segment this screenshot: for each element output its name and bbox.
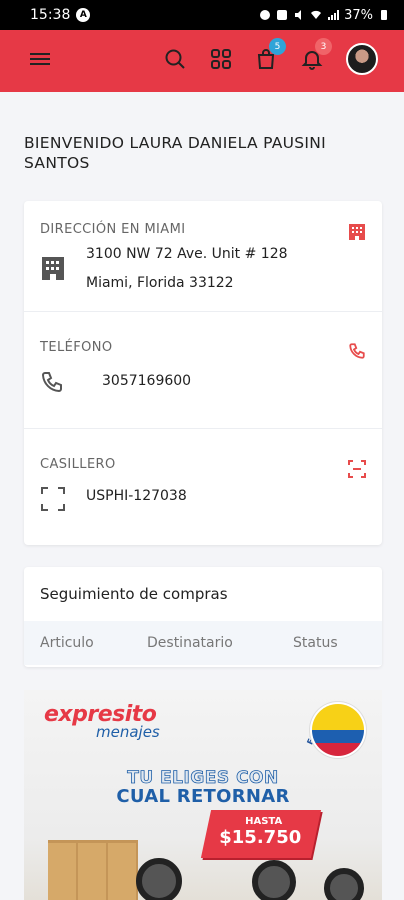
price-tag: HASTA $15.750 xyxy=(200,810,322,858)
locker-number: USPHI-127038 xyxy=(86,488,187,504)
app-header: 5 3 xyxy=(0,30,404,92)
column-header-status: Status xyxy=(293,635,338,651)
address-label: DIRECCIÓN EN MIAMI xyxy=(40,222,186,237)
motorcycle-wheel-image xyxy=(324,868,364,900)
phone-label: TELÉFONO xyxy=(40,340,113,355)
locker-label: CASILLERO xyxy=(40,457,116,472)
promo-banner[interactable]: expresito menajes ECUADOR TU ELIGES CON … xyxy=(24,690,382,900)
brand-subtitle: menajes xyxy=(96,723,160,741)
slogan-line-1: TU ELIGES CON xyxy=(127,768,279,789)
tracking-table-header: Articulo Destinatario Status xyxy=(24,621,382,665)
welcome-message: BIENVENIDO LAURA DANIELA PAUSINI SANTOS xyxy=(24,134,327,172)
phone-icon xyxy=(41,372,62,393)
hamburger-menu-icon[interactable] xyxy=(30,50,50,70)
search-icon[interactable] xyxy=(163,47,187,71)
cart-button[interactable]: 5 xyxy=(254,38,286,71)
locker-section: CASILLERO USPHI-127038 xyxy=(24,428,382,545)
notifications-button[interactable]: 3 xyxy=(300,38,332,71)
status-bar: 15:38 A 37% xyxy=(0,0,404,30)
building-icon[interactable] xyxy=(348,223,366,241)
building-icon xyxy=(42,257,64,280)
cart-count-badge: 5 xyxy=(269,38,286,55)
brand-logo: expresito menajes xyxy=(44,702,160,741)
address-section: DIRECCIÓN EN MIAMI 3100 NW 72 Ave. Unit … xyxy=(24,201,382,311)
address-line-1: 3100 NW 72 Ave. Unit # 128 xyxy=(86,246,288,262)
column-header-articulo: Articulo xyxy=(40,635,94,651)
slogan-line-2: CUAL RETORNAR xyxy=(116,786,290,807)
signal-icon xyxy=(328,10,340,20)
user-info-card: DIRECCIÓN EN MIAMI 3100 NW 72 Ave. Unit … xyxy=(24,201,382,545)
phone-number: 3057169600 xyxy=(102,373,192,389)
price-amount: $15.750 xyxy=(219,827,302,848)
phone-section: TELÉFONO 3057169600 xyxy=(24,311,382,428)
purchase-tracking-card: Seguimiento de compras Articulo Destinat… xyxy=(24,567,382,667)
battery-icon xyxy=(381,10,387,20)
column-header-destinatario: Destinatario xyxy=(147,635,233,651)
apps-grid-icon[interactable] xyxy=(209,47,233,71)
tracking-title: Seguimiento de compras xyxy=(40,585,228,603)
wifi-icon xyxy=(311,10,322,19)
motorcycle-wheel-image xyxy=(252,860,296,900)
motorcycle-wheel-image xyxy=(136,858,182,900)
cargo-boxes-image xyxy=(48,840,138,900)
address-line-2: Miami, Florida 33122 xyxy=(86,275,234,291)
notification-icon xyxy=(260,10,271,20)
scan-frame-icon[interactable] xyxy=(348,460,366,478)
mute-icon xyxy=(295,10,302,20)
notification-count-badge: 3 xyxy=(315,38,332,55)
scan-frame-icon xyxy=(41,487,65,511)
ecuador-flag-icon xyxy=(312,704,364,756)
status-time: 15:38 xyxy=(30,7,71,23)
status-app-badge-icon: A xyxy=(76,8,91,22)
battery-percent: 37% xyxy=(344,7,373,23)
alarm-icon xyxy=(277,10,288,20)
user-avatar[interactable] xyxy=(346,43,378,75)
price-prefix: HASTA xyxy=(245,816,283,827)
phone-icon[interactable] xyxy=(348,342,366,360)
